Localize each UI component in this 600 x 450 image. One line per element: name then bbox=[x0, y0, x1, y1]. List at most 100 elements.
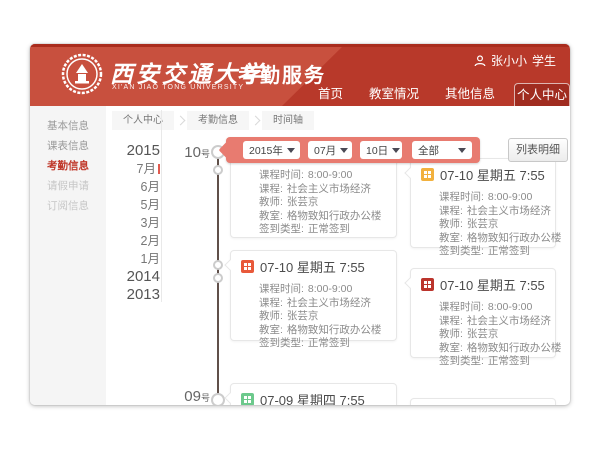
day-marker: 10号 bbox=[174, 144, 210, 161]
type-select[interactable]: 全部 bbox=[412, 141, 472, 159]
sidebar-item-subscription-info[interactable]: 订阅信息 bbox=[30, 196, 106, 216]
field-value: 正常签到 bbox=[308, 337, 350, 349]
user-role: 学生 bbox=[532, 52, 556, 69]
card-field: 教师: 张芸京 bbox=[259, 310, 386, 324]
day-select[interactable]: 10日 bbox=[360, 141, 402, 159]
nav-tab-classrooms[interactable]: 教室情况 bbox=[356, 82, 432, 106]
card-title: 07-10 星期五 7:55 bbox=[440, 275, 545, 294]
sidebar-item-leave-request[interactable]: 请假申请 bbox=[30, 176, 106, 196]
field-value: 正常签到 bbox=[308, 223, 350, 235]
timeline-scale-label: 2015 bbox=[114, 142, 160, 160]
field-value: 格物致知行政办公楼 bbox=[287, 210, 382, 222]
card-field: 教室:格物致知行政办公楼 bbox=[259, 210, 386, 224]
card-field: 教室:格物致知行政办公楼 bbox=[259, 324, 386, 338]
attendance-card: 07-09 星期四 7:55 bbox=[230, 383, 397, 405]
timeline-scale-label: 2014 bbox=[114, 268, 160, 286]
calendar-icon bbox=[241, 260, 254, 273]
field-value: 格物致知行政办公楼 bbox=[467, 232, 562, 244]
card-field: 课程:社会主义市场经济 bbox=[439, 205, 545, 219]
card-field: 课程: 社会主义市场经济 bbox=[259, 297, 386, 311]
timeline-scale-label: 2月 bbox=[114, 232, 160, 250]
attendance-card: 07-10 星期五 7:55课程时间:8:00-9:00课程:社会主义市场经济教… bbox=[410, 268, 556, 358]
filter-bar: 2015年 07月 10日 全部 bbox=[226, 137, 480, 163]
card-field: 教师:张芸京 bbox=[439, 328, 545, 342]
university-name-en: XI'AN JIAO TONG UNIVERSITY bbox=[112, 84, 244, 91]
user-name: 张小小 bbox=[491, 52, 527, 69]
field-value: 张芸京 bbox=[287, 310, 319, 322]
main-nav: 首页教室情况其他信息个人中心 bbox=[305, 82, 570, 106]
field-label: 签到类型: bbox=[439, 245, 484, 257]
field-label: 教室: bbox=[259, 324, 283, 336]
list-detail-button[interactable]: 列表明细 bbox=[508, 138, 568, 162]
calendar-grid-glyph bbox=[244, 396, 247, 399]
field-label: 签到类型: bbox=[259, 223, 304, 235]
nav-tab-personal-center[interactable]: 个人中心 bbox=[514, 83, 570, 106]
sidebar-item-basic-info[interactable]: 基本信息 bbox=[30, 116, 106, 136]
month-select[interactable]: 07月 bbox=[308, 141, 352, 159]
timeline-scale-label: 7月 bbox=[114, 160, 160, 178]
card-title: 07-10 星期五 7:55 bbox=[260, 257, 365, 276]
sidebar-item-timetable-info[interactable]: 课表信息 bbox=[30, 136, 106, 156]
field-label: 课程: bbox=[259, 183, 283, 195]
card-field: 课程时间:8:00-9:00 bbox=[439, 301, 545, 315]
field-label: 课程时间: bbox=[439, 191, 484, 203]
card-field: 教师:张芸京 bbox=[259, 196, 386, 210]
card-field: 课程时间: 8:00-9:00 bbox=[259, 169, 386, 183]
field-label: 教室: bbox=[439, 232, 463, 244]
field-label: 教师: bbox=[259, 196, 283, 208]
field-value: 格物致知行政办公楼 bbox=[467, 342, 562, 354]
field-label: 课程: bbox=[259, 297, 283, 309]
card-field: 教室:格物致知行政办公楼 bbox=[439, 342, 545, 356]
timeline-year-scale: 20157月6月5月3月2月1月20142013 bbox=[114, 142, 160, 304]
timeline-node bbox=[213, 260, 223, 270]
university-logo-icon bbox=[61, 53, 103, 95]
calendar-icon bbox=[241, 393, 254, 405]
page-background: 西安交通大学 考勤服务 XI'AN JIAO TONG UNIVERSITY 张… bbox=[0, 0, 600, 450]
card-field: 课程时间:8:00-9:00 bbox=[439, 191, 545, 205]
breadcrumb-separator-icon bbox=[251, 115, 261, 125]
card-field: 教室:格物致知行政办公楼 bbox=[439, 232, 545, 246]
card-field: 签到类型:正常签到 bbox=[439, 245, 545, 259]
user-menu[interactable]: 张小小 学生 bbox=[474, 52, 556, 69]
sidebar-item-attendance-info[interactable]: 考勤信息 bbox=[30, 156, 106, 176]
person-icon bbox=[474, 55, 486, 67]
current-month-tick bbox=[158, 164, 160, 174]
breadcrumb-item[interactable]: 个人中心 bbox=[112, 111, 174, 130]
calendar-grid-glyph bbox=[424, 281, 427, 284]
card-field: 签到类型:正常签到 bbox=[439, 355, 545, 369]
field-label: 签到类型: bbox=[439, 355, 484, 367]
card-fields: 课程时间:8:00-9:00课程:社会主义市场经济教师:张芸京教室:格物致知行政… bbox=[411, 184, 555, 267]
breadcrumb-item[interactable]: 考勤信息 bbox=[187, 111, 249, 130]
card-title: 07-10 星期五 7:55 bbox=[440, 165, 545, 184]
field-label: 教师: bbox=[259, 310, 283, 322]
card-title: 07-09 星期四 7:55 bbox=[260, 390, 365, 405]
field-value: 社会主义市场经济 bbox=[467, 205, 551, 217]
field-value: 社会主义市场经济 bbox=[287, 297, 371, 309]
field-label: 教室: bbox=[439, 342, 463, 354]
field-label: 签到类型: bbox=[259, 337, 304, 349]
field-label: 课程时间: bbox=[259, 169, 304, 181]
chevron-down-icon bbox=[458, 148, 466, 153]
nav-tab-other-info[interactable]: 其他信息 bbox=[432, 82, 508, 106]
card-fields: 课程时间: 8:00-9:00 课程: 社会主义市场经济教师: 张芸京教室:格物致知行政… bbox=[231, 276, 396, 359]
field-value: 8:00-9:00 bbox=[308, 169, 352, 181]
field-label: 课程时间: bbox=[259, 283, 304, 295]
card-header: 07-10 星期五 7:55 bbox=[231, 251, 396, 276]
card-header: 07-10 星期五 7:55 bbox=[411, 269, 555, 294]
app-window: 西安交通大学 考勤服务 XI'AN JIAO TONG UNIVERSITY 张… bbox=[30, 44, 570, 405]
timeline-scale-label: 2013 bbox=[114, 286, 160, 304]
calendar-icon bbox=[421, 168, 434, 181]
scale-divider bbox=[161, 110, 162, 302]
chevron-down-icon bbox=[392, 148, 400, 153]
breadcrumb-item[interactable]: 时间轴 bbox=[262, 111, 314, 130]
calendar-grid-glyph bbox=[244, 263, 247, 266]
nav-tab-home[interactable]: 首页 bbox=[305, 82, 356, 106]
attendance-card: 07-10 星期五 7:55 课程时间:8:00-9:00课程:社会主义市场经济教… bbox=[410, 158, 556, 248]
field-value: 社会主义市场经济 bbox=[467, 315, 551, 327]
field-label: 教师: bbox=[439, 218, 463, 230]
timeline-scale-label: 5月 bbox=[114, 196, 160, 214]
year-select[interactable]: 2015年 bbox=[243, 141, 300, 159]
timeline-node bbox=[211, 393, 225, 405]
timeline-node bbox=[213, 273, 223, 283]
field-value: 8:00-9:00 bbox=[308, 283, 352, 295]
